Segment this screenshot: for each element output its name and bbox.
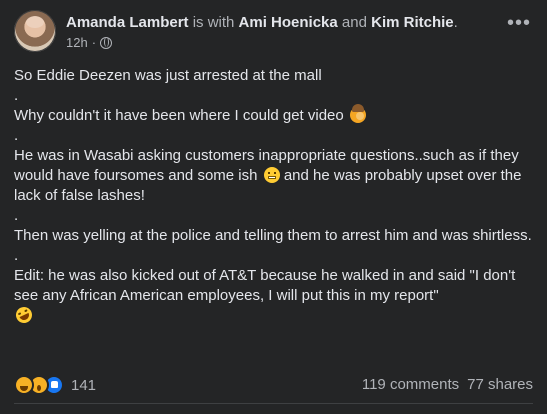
engagement-counts: 119 comments 77 shares [362,375,533,395]
footer-divider [14,403,533,404]
with-text: is with [188,14,239,31]
rofl-emoji [13,304,35,326]
text-line-5: Edit: he was also kicked out of AT&T bec… [13,266,534,326]
facebook-post: Amanda Lambert is with Ami Hoenicka and … [0,0,547,414]
separator-dot: . [14,87,19,104]
author-name[interactable]: Amanda Lambert [66,14,189,31]
text-line-2: Why couldn't it have been where I could … [14,104,534,126]
grimace-emoji [263,167,280,183]
post-time[interactable]: 12h [66,35,88,51]
time-separator: · [91,35,97,50]
author-line: Amanda Lambert is with Ami Hoenicka and … [66,13,458,33]
facepalm-emoji [349,104,366,123]
end-punct: . [453,14,458,31]
and-text: and [337,14,372,31]
reaction-count[interactable]: 141 [71,377,96,394]
reactions-summary[interactable]: 141 [14,375,96,395]
author-avatar[interactable] [14,10,56,52]
globe-icon [100,37,113,49]
post-text: So Eddie Deezen was just arrested at the… [13,66,534,326]
avatar-photo [26,16,44,28]
tagged-person-2[interactable]: Kim Ritchie [371,14,454,31]
separator-dot: . [14,127,19,144]
separator-dot: . [14,207,19,224]
comments-count[interactable]: 119 comments [362,375,459,395]
post-footer: 141 119 comments 77 shares [14,375,533,397]
separator-dot: . [14,247,19,264]
text-line-4: Then was yelling at the police and telli… [14,227,532,244]
more-options-button[interactable]: ••• [505,13,533,36]
text-line-1: So Eddie Deezen was just arrested at the… [14,67,322,84]
haha-reaction-icon [14,375,34,395]
post-header: Amanda Lambert is with Ami Hoenicka and … [14,10,533,56]
text-line-5-text: Edit: he was also kicked out of AT&T bec… [14,267,516,304]
tagged-person-1[interactable]: Ami Hoenicka [239,14,338,31]
post-meta: 12h · [66,35,113,51]
text-line-2-text: Why couldn't it have been where I could … [14,107,344,124]
shares-count[interactable]: 77 shares [467,375,533,395]
text-line-3: He was in Wasabi asking customers inappr… [14,146,534,206]
